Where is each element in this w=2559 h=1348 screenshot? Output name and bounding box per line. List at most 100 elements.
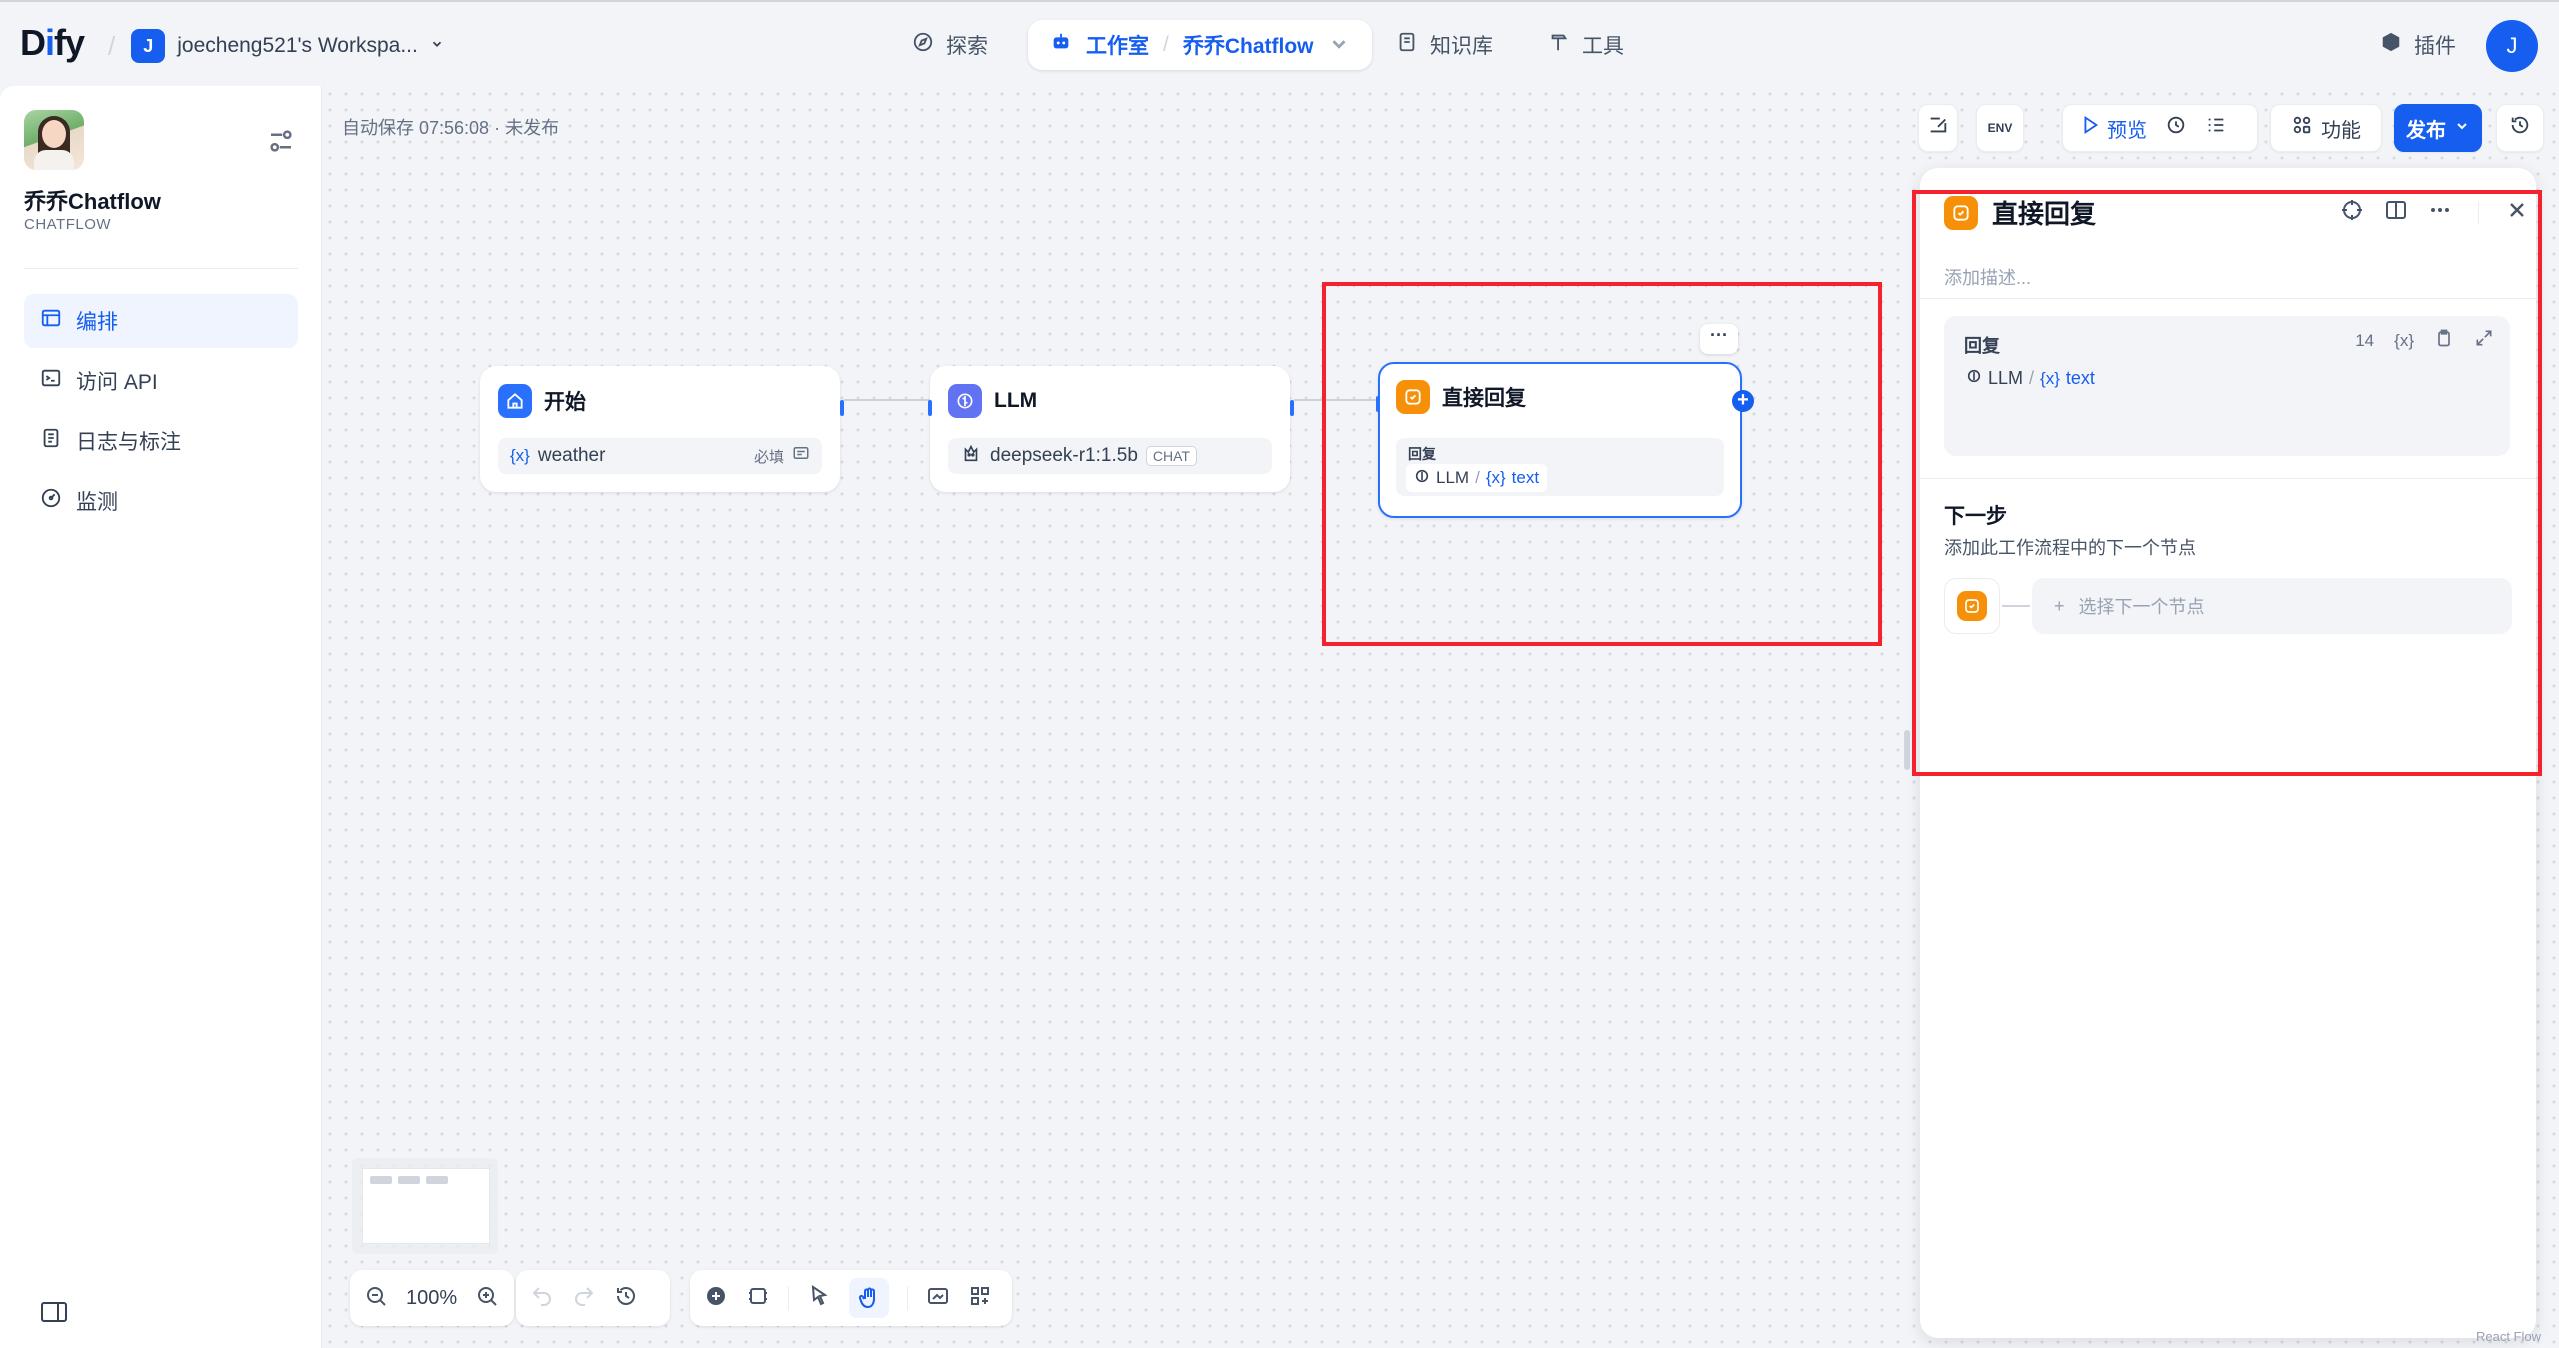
apps-icon — [2291, 114, 2313, 142]
canvas-tool-controls — [690, 1270, 1012, 1326]
features-button[interactable]: 功能 — [2270, 104, 2382, 152]
history-controls — [516, 1270, 670, 1326]
terminal-icon — [40, 367, 62, 395]
cube-icon — [2380, 31, 2402, 59]
sidebar-item-monitor[interactable]: 监测 — [24, 474, 298, 528]
publish-button[interactable]: 发布 — [2394, 104, 2482, 152]
version-history-button[interactable] — [2496, 104, 2544, 152]
nav-studio-label: 工作室 — [1086, 35, 1149, 58]
sidebar-item-label: 访问 API — [76, 371, 158, 394]
publish-label: 发布 — [2406, 119, 2446, 142]
highlight-box-node — [1322, 282, 1882, 646]
app-settings-icon[interactable] — [266, 126, 296, 156]
app-avatar — [24, 110, 84, 170]
nav-plugins[interactable]: 插件 — [2380, 22, 2456, 68]
sidebar-item-orchestrate[interactable]: 编排 — [24, 294, 298, 348]
preview-button[interactable]: 预览 — [2079, 114, 2147, 143]
book-icon — [1396, 31, 1418, 59]
user-avatar[interactable]: J — [2486, 20, 2538, 72]
export-image-icon[interactable] — [926, 1284, 950, 1313]
workspace-name: joecheng521's Workspa... — [177, 34, 418, 57]
divider — [788, 1286, 789, 1310]
chevron-down-icon — [430, 37, 444, 56]
home-icon — [498, 384, 532, 418]
divider — [907, 1286, 908, 1310]
chevron-down-icon — [2454, 117, 2470, 140]
react-flow-attribution[interactable]: React Flow — [2476, 1329, 2541, 1344]
whale-model-icon — [960, 442, 982, 470]
divider-slash: / — [108, 30, 116, 61]
checklist-button[interactable] — [1918, 104, 1958, 152]
nav-knowledge[interactable]: 知识库 — [1396, 22, 1493, 68]
sidebar-item-logs[interactable]: 日志与标注 — [24, 414, 298, 468]
sidebar-collapse-icon[interactable] — [40, 1300, 68, 1326]
highlight-box-panel — [1912, 190, 2542, 776]
app-title: 乔乔Chatflow — [24, 189, 161, 214]
compass-icon — [912, 31, 934, 59]
start-node[interactable]: 开始 {x} weather 必填 — [480, 366, 844, 492]
sidebar-item-label: 编排 — [76, 311, 118, 334]
llm-node[interactable]: LLM deepseek-r1:1.5b CHAT — [928, 366, 1294, 492]
node-title: LLM — [994, 389, 1038, 412]
sidebar-menu: 编排 访问 API 日志与标注 监测 — [24, 294, 298, 534]
llm-brain-icon — [948, 384, 982, 418]
start-variable-row: {x} weather 必填 — [498, 438, 822, 474]
hand-tool-icon[interactable] — [849, 1278, 889, 1318]
nav-explore[interactable]: 探索 — [912, 22, 988, 68]
required-tag: 必填 — [753, 448, 784, 466]
redo-icon[interactable] — [572, 1284, 596, 1313]
preview-label: 预览 — [2107, 119, 2147, 142]
model-mode-badge: CHAT — [1145, 446, 1197, 466]
nav-separator: / — [1163, 33, 1169, 56]
zoom-level[interactable]: 100% — [406, 1287, 457, 1310]
history-icon[interactable] — [614, 1284, 638, 1313]
nav-explore-label: 探索 — [946, 35, 988, 58]
node-title: 开始 — [544, 391, 586, 414]
env-icon: ENV — [1987, 121, 2013, 135]
nav-plugins-label: 插件 — [2414, 35, 2456, 58]
zoom-out-icon[interactable] — [364, 1284, 388, 1313]
model-name: deepseek-r1:1.5b — [990, 445, 1138, 466]
checklist-icon[interactable] — [2205, 114, 2227, 142]
chevron-down-icon[interactable] — [1328, 33, 1350, 58]
run-history-icon[interactable] — [2165, 114, 2187, 142]
workspace-switcher[interactable]: / J joecheng521's Workspa... — [108, 26, 444, 66]
variable-icon: {x} — [510, 446, 530, 465]
text-input-icon — [792, 444, 810, 468]
organize-blocks-icon[interactable] — [968, 1284, 992, 1313]
app-type: CHATFLOW — [24, 216, 112, 233]
edit-check-icon — [1927, 114, 1949, 142]
history-icon — [2509, 114, 2531, 142]
zoom-in-icon[interactable] — [475, 1284, 499, 1313]
sidebar-item-label: 日志与标注 — [76, 431, 181, 454]
start-output-handle[interactable] — [840, 400, 844, 416]
preview-group: 预览 — [2062, 104, 2258, 152]
sidebar-item-api[interactable]: 访问 API — [24, 354, 298, 408]
nav-tools-label: 工具 — [1582, 35, 1624, 58]
nav-tools[interactable]: 工具 — [1548, 22, 1624, 68]
nav-studio[interactable]: 工作室 / 乔乔Chatflow — [1028, 20, 1372, 70]
minimap[interactable] — [352, 1158, 498, 1254]
features-label: 功能 — [2321, 119, 2361, 142]
layout-icon — [40, 307, 62, 335]
add-note-icon[interactable] — [746, 1284, 770, 1313]
current-app-name[interactable]: 乔乔Chatflow — [1183, 30, 1314, 60]
add-node-icon[interactable] — [704, 1284, 728, 1313]
env-button[interactable]: ENV — [1976, 104, 2024, 152]
dify-logo[interactable]: Dify — [20, 22, 85, 64]
sidebar-divider — [24, 268, 298, 269]
panel-resize-handle[interactable] — [1904, 730, 1910, 770]
workspace-avatar: J — [131, 29, 166, 63]
edge-start-llm — [844, 399, 930, 401]
llm-input-handle[interactable] — [928, 400, 932, 416]
play-icon — [2079, 114, 2101, 142]
hammer-icon — [1548, 31, 1570, 59]
llm-output-handle[interactable] — [1290, 400, 1294, 416]
top-navigation-bar: Dify / J joecheng521's Workspa... 探索 工作室… — [0, 0, 2559, 86]
llm-model-row: deepseek-r1:1.5b CHAT — [948, 438, 1272, 474]
undo-icon[interactable] — [530, 1284, 554, 1313]
dashboard-icon — [40, 487, 62, 515]
pointer-icon[interactable] — [807, 1284, 831, 1313]
variable-name: weather — [537, 445, 606, 466]
workflow-canvas[interactable]: 自动保存 07:56:08 · 未发布 ENV 预览 功能 发布 开始 {x} — [322, 86, 2559, 1348]
